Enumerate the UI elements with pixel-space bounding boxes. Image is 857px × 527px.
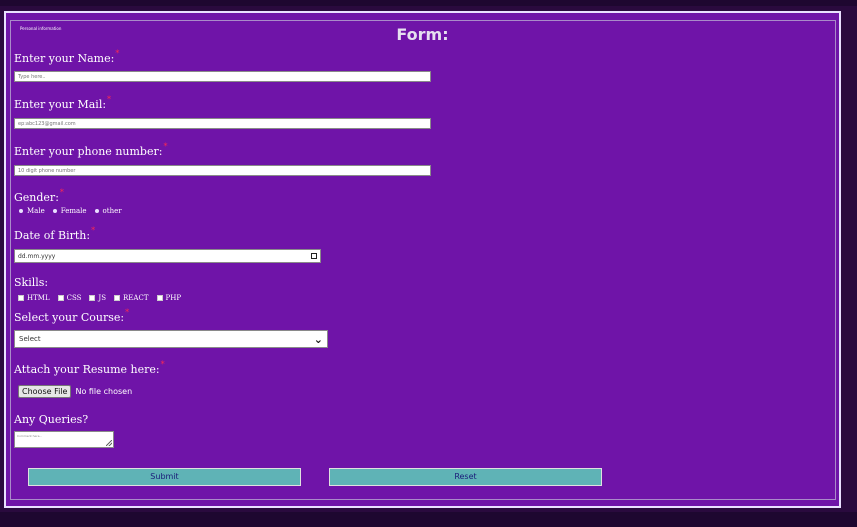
submit-button[interactable]: Submit: [28, 468, 301, 486]
bottom-bar: [0, 512, 857, 527]
dob-placeholder: dd.mm.yyyy: [18, 253, 56, 260]
mail-input[interactable]: ep:abc123@gmail.com: [14, 118, 431, 129]
choose-file-button[interactable]: Choose File: [18, 385, 72, 398]
name-label: Enter your Name:*: [14, 49, 120, 65]
gender-option-other[interactable]: other: [94, 207, 122, 215]
gender-option-female[interactable]: Female: [52, 207, 87, 215]
checkbox[interactable]: [57, 295, 64, 301]
mail-label: Enter your Mail:*: [14, 95, 112, 111]
calendar-icon[interactable]: [311, 253, 317, 259]
checkbox[interactable]: [89, 295, 96, 301]
phone-input[interactable]: 10 digit phone number: [14, 165, 431, 176]
course-select[interactable]: Select ⌄: [14, 330, 328, 348]
resume-file-input: Choose File No file chosen: [18, 385, 132, 398]
radio-button[interactable]: [94, 209, 99, 213]
required-mark: *: [115, 49, 120, 58]
resume-label: Attach your Resume here:*: [14, 360, 165, 376]
required-mark: *: [107, 95, 112, 104]
course-label: Select your Course:*: [14, 308, 130, 324]
radio-button[interactable]: [52, 209, 57, 213]
checkbox[interactable]: [114, 295, 121, 301]
required-mark: *: [59, 188, 64, 197]
skill-js[interactable]: JS: [89, 294, 106, 302]
reset-button[interactable]: Reset: [329, 468, 602, 486]
phone-label: Enter your phone number:*: [14, 142, 168, 158]
queries-textarea[interactable]: Comment here...: [14, 431, 114, 448]
checkbox[interactable]: [18, 295, 24, 301]
checkbox[interactable]: [156, 295, 163, 301]
required-mark: *: [160, 360, 165, 369]
top-bar: [0, 0, 857, 6]
gender-options: Male Female other: [19, 207, 122, 215]
skills-label: Skills:: [14, 276, 49, 289]
skill-php[interactable]: PHP: [156, 294, 181, 302]
name-input[interactable]: Type here..: [14, 71, 431, 82]
resize-grip-icon[interactable]: [106, 440, 112, 446]
required-mark: *: [163, 142, 168, 151]
dob-input[interactable]: dd.mm.yyyy: [14, 249, 321, 263]
file-status: No file chosen: [75, 387, 133, 396]
course-selected-value: Select: [19, 335, 41, 343]
radio-button[interactable]: [19, 209, 23, 213]
chevron-down-icon[interactable]: ⌄: [314, 333, 323, 346]
skill-html[interactable]: HTML: [18, 294, 50, 302]
queries-placeholder: Comment here...: [17, 434, 43, 438]
queries-label: Any Queries?: [14, 413, 89, 426]
dob-label: Date of Birth:*: [14, 226, 96, 242]
required-mark: *: [91, 226, 96, 235]
page-title: Form:: [396, 25, 449, 44]
required-mark: *: [125, 308, 130, 317]
skill-react[interactable]: REACT: [114, 294, 149, 302]
skill-css[interactable]: CSS: [57, 294, 81, 302]
gender-label: Gender:*: [14, 188, 64, 204]
skills-options: HTML CSS JS REACT PHP: [18, 294, 181, 302]
gender-option-male[interactable]: Male: [19, 207, 45, 215]
